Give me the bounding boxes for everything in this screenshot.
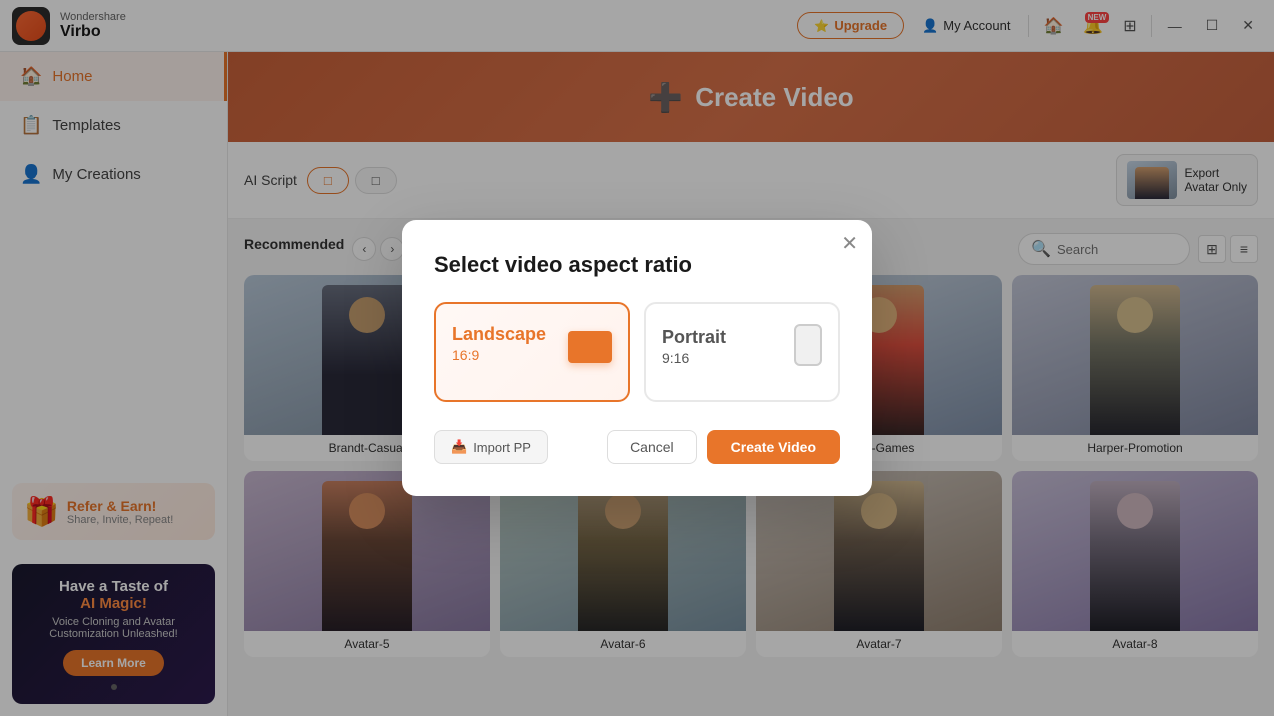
landscape-ratio: 16:9 — [452, 347, 546, 363]
modal-close-button[interactable]: ✕ — [841, 234, 858, 254]
modal-footer: 📥 Import PP Cancel Create Video — [434, 430, 840, 464]
landscape-name: Landscape — [452, 324, 546, 345]
modal-overlay: ✕ Select video aspect ratio Landscape 16… — [0, 0, 1274, 716]
portrait-text: Portrait 9:16 — [662, 327, 726, 366]
portrait-card-inner: Portrait 9:16 — [662, 324, 822, 366]
create-video-modal-button[interactable]: Create Video — [707, 430, 840, 464]
portrait-option[interactable]: Portrait 9:16 — [644, 302, 840, 402]
landscape-card-inner: Landscape 16:9 — [452, 324, 612, 363]
landscape-option[interactable]: Landscape 16:9 — [434, 302, 630, 402]
import-icon: 📥 — [451, 439, 467, 455]
landscape-icon — [568, 331, 612, 363]
import-pp-button[interactable]: 📥 Import PP — [434, 430, 548, 464]
cancel-button[interactable]: Cancel — [607, 430, 697, 464]
aspect-ratio-modal: ✕ Select video aspect ratio Landscape 16… — [402, 220, 872, 496]
modal-title: Select video aspect ratio — [434, 252, 840, 278]
portrait-icon — [794, 324, 822, 366]
portrait-name: Portrait — [662, 327, 726, 348]
portrait-ratio: 9:16 — [662, 350, 726, 366]
import-pp-label: Import PP — [473, 440, 531, 455]
landscape-text: Landscape 16:9 — [452, 324, 546, 363]
aspect-options: Landscape 16:9 Portrait 9:16 — [434, 302, 840, 402]
modal-actions: Cancel Create Video — [607, 430, 840, 464]
